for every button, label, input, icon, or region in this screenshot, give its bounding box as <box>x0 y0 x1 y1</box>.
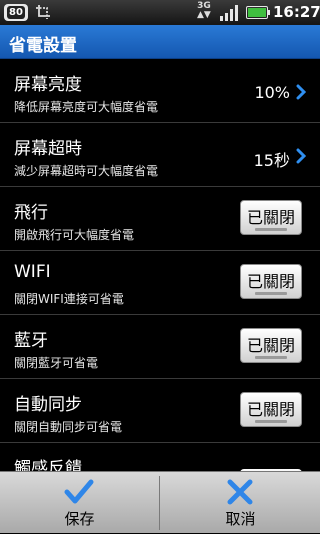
setting-label: 屏幕超時 <box>14 139 82 159</box>
bottom-action-bar: 保存 取消 <box>0 471 320 533</box>
setting-label: WIFI <box>14 262 51 282</box>
setting-airplane: 飛行 開啟飛行可大幅度省電 已關閉 <box>0 187 320 251</box>
setting-label: 屏幕亮度 <box>14 75 82 95</box>
bluetooth-toggle-button[interactable]: 已關閉 <box>240 328 302 363</box>
setting-label: 自動同步 <box>14 395 82 415</box>
crop-icon <box>36 5 50 19</box>
setting-auto-sync: 自動同步 關閉自動同步可省電 已關閉 <box>0 379 320 443</box>
setting-screen-timeout[interactable]: 屏幕超時 減少屏幕超時可大幅度省電 15秒 <box>0 123 320 187</box>
network-type-icon: 3G ▲▼ <box>197 1 211 20</box>
auto-sync-toggle-button[interactable]: 已關閉 <box>240 392 302 427</box>
notification-badge: 80 <box>4 4 28 21</box>
page-title: 省電設置 <box>9 36 77 56</box>
save-button[interactable]: 保存 <box>0 472 159 534</box>
cancel-button[interactable]: 取消 <box>161 472 320 534</box>
setting-label: 觸感反饋 <box>14 459 82 471</box>
airplane-toggle-button[interactable]: 已關閉 <box>240 200 302 235</box>
setting-bluetooth: 藍牙 關閉藍牙可省電 已關閉 <box>0 315 320 379</box>
setting-value: 15秒 <box>253 151 290 170</box>
settings-list: 屏幕亮度 降低屏幕亮度可大幅度省電 10% 屏幕超時 減少屏幕超時可大幅度省電 … <box>0 59 320 471</box>
wifi-toggle-button[interactable]: 已關閉 <box>240 264 302 299</box>
clock: 16:27 <box>273 3 320 21</box>
setting-haptic-feedback: 觸感反饋 <box>0 443 320 471</box>
close-icon <box>227 479 253 505</box>
title-bar: 省電設置 <box>0 25 320 59</box>
setting-value: 10% <box>254 83 290 102</box>
signal-icon <box>220 5 238 21</box>
setting-wifi: WIFI 關閉WIFI連接可省電 已關閉 <box>0 251 320 315</box>
setting-label: 藍牙 <box>14 331 48 351</box>
checkmark-icon <box>64 479 94 504</box>
setting-description: 降低屏幕亮度可大幅度省電 <box>14 100 159 114</box>
setting-description: 關閉WIFI連接可省電 <box>14 292 124 306</box>
save-label: 保存 <box>64 510 95 528</box>
setting-brightness[interactable]: 屏幕亮度 降低屏幕亮度可大幅度省電 10% <box>0 59 320 123</box>
setting-description: 減少屏幕超時可大幅度省電 <box>14 164 159 178</box>
setting-description: 開啟飛行可大幅度省電 <box>14 228 135 242</box>
button-divider <box>159 476 160 530</box>
chevron-right-icon <box>296 84 306 100</box>
setting-label: 飛行 <box>14 203 48 223</box>
setting-description: 關閉藍牙可省電 <box>14 356 99 370</box>
battery-icon <box>246 6 270 19</box>
chevron-right-icon <box>296 148 306 164</box>
setting-description: 關閉自動同步可省電 <box>14 420 123 434</box>
cancel-label: 取消 <box>225 510 256 528</box>
status-bar: 80 3G ▲▼ 16:27 <box>0 0 320 25</box>
